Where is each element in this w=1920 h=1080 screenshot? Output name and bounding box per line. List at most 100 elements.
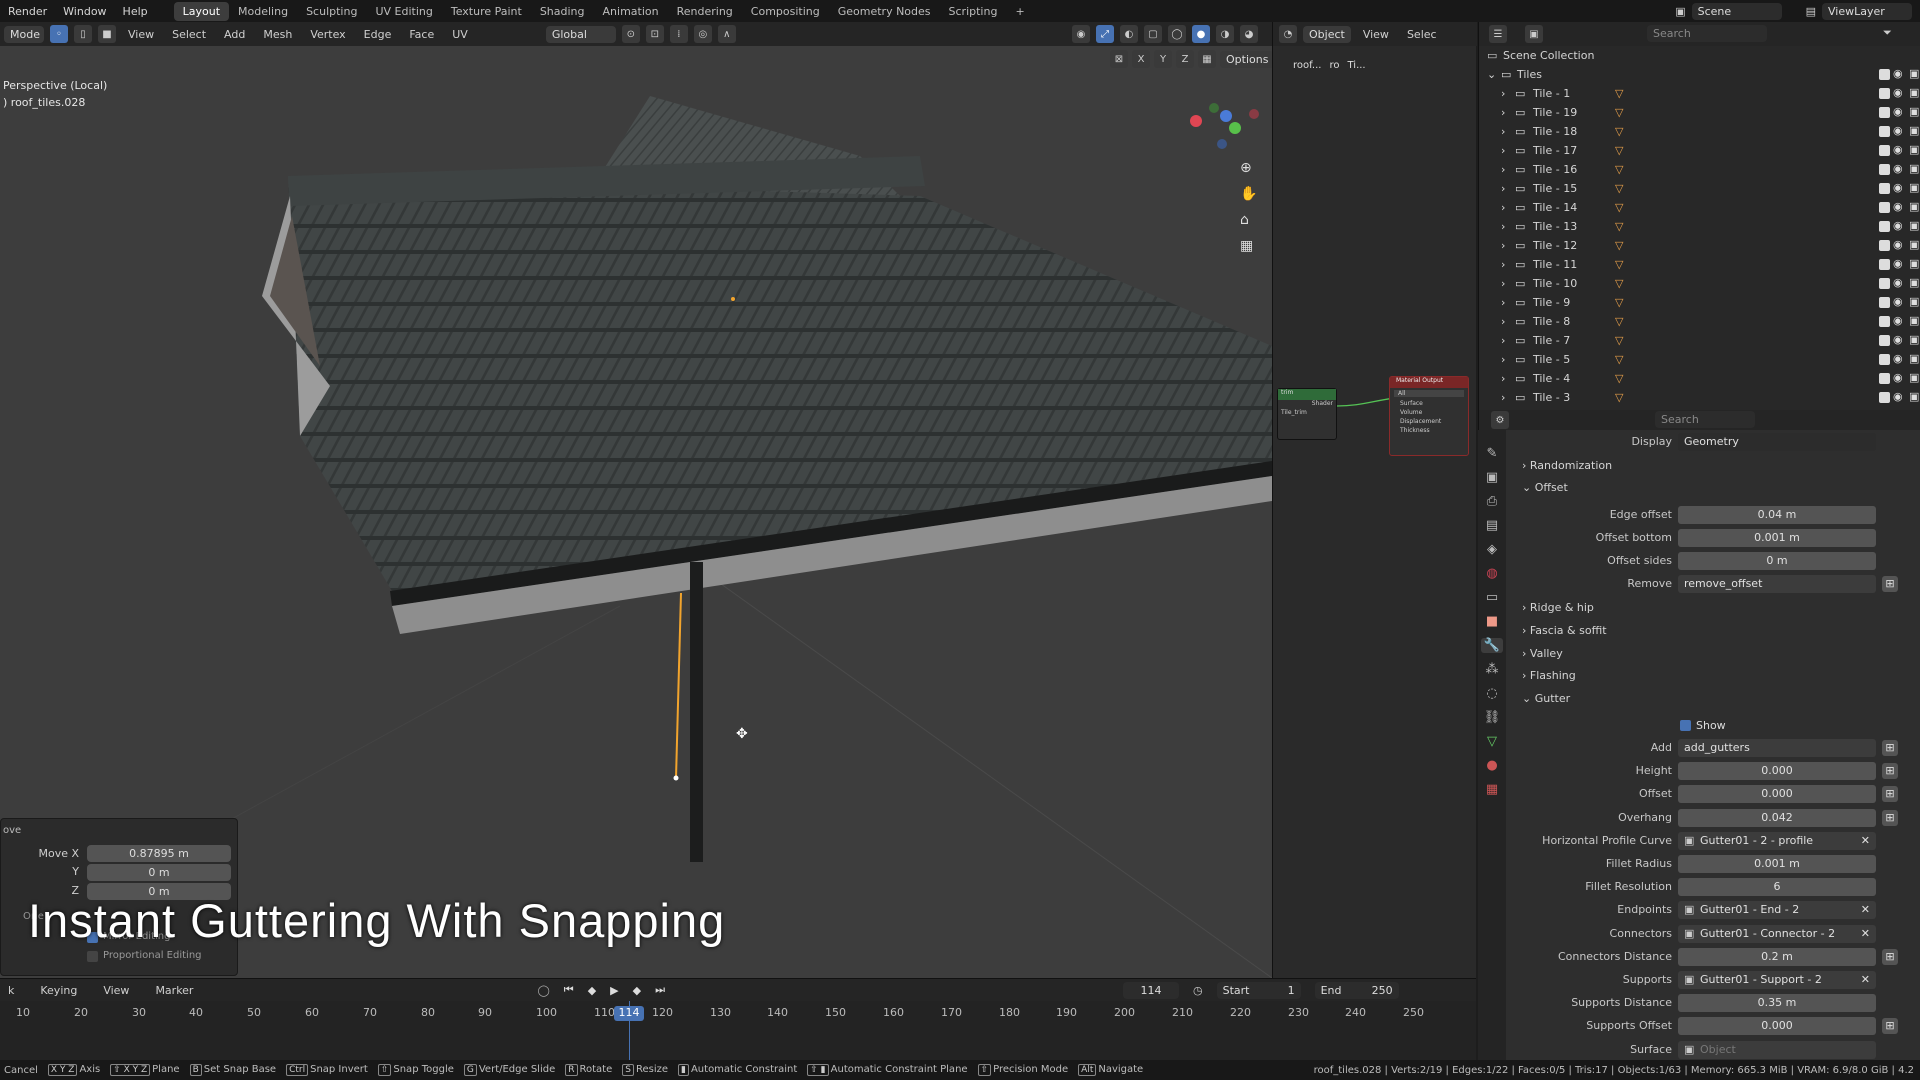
material-tab-icon[interactable]: ● — [1486, 758, 1497, 773]
axis-x-toggle[interactable]: X — [1132, 50, 1150, 68]
supports-offset-field[interactable]: 0.000 — [1678, 1017, 1876, 1035]
fillet-resolution-field[interactable]: 6 — [1678, 878, 1876, 896]
chevron-right-icon[interactable]: › — [1501, 106, 1505, 119]
height-plus-button[interactable]: ⊞ — [1882, 763, 1898, 779]
camera-view-icon[interactable]: ⌂ — [1240, 212, 1257, 228]
outliner-item[interactable]: › ▭ Tile - 3 ▽ ◉ ▣ — [1479, 388, 1920, 407]
fillet-radius-field[interactable]: 0.001 m — [1678, 855, 1876, 873]
gizmo-icon[interactable]: ⤢ — [1096, 25, 1114, 43]
camera-icon[interactable]: ▣ — [1909, 352, 1919, 365]
pan-hand-icon[interactable]: ✋ — [1240, 186, 1257, 202]
camera-icon[interactable]: ▣ — [1909, 314, 1919, 327]
camera-icon[interactable]: ▣ — [1909, 67, 1919, 80]
clear-icon[interactable]: ✕ — [1861, 925, 1870, 943]
overlay-icon[interactable]: ◐ — [1120, 25, 1138, 43]
supports-distance-field[interactable]: 0.35 m — [1678, 994, 1876, 1012]
section-offset[interactable]: ⌄ Offset — [1522, 481, 1568, 494]
properties-search-input[interactable]: Search — [1655, 411, 1755, 428]
eye-icon[interactable]: ◉ — [1893, 219, 1903, 232]
camera-icon[interactable]: ▣ — [1909, 238, 1919, 251]
exclude-checkbox[interactable] — [1879, 88, 1890, 99]
exclude-checkbox[interactable] — [1879, 278, 1890, 289]
chevron-right-icon[interactable]: › — [1501, 201, 1505, 214]
properties-type-icon[interactable]: ⚙ — [1491, 411, 1509, 429]
tiles-collection-row[interactable]: ⌄ ▭ Tiles ◉ ▣ — [1479, 65, 1920, 84]
chevron-right-icon[interactable]: › — [1501, 182, 1505, 195]
menu-face[interactable]: Face — [403, 26, 440, 43]
current-frame-field[interactable]: 114 — [1123, 981, 1179, 999]
eye-icon[interactable]: ◉ — [1893, 162, 1903, 175]
camera-icon[interactable]: ▣ — [1909, 162, 1919, 175]
axis-z-toggle[interactable]: Z — [1176, 50, 1194, 68]
scene-tab-icon[interactable]: ◈ — [1487, 542, 1497, 557]
outliner-item[interactable]: › ▭ Tile - 7 ▽ ◉ ▣ — [1479, 331, 1920, 350]
data-tab-icon[interactable]: ▽ — [1487, 734, 1497, 749]
remove-field[interactable]: remove_offset — [1678, 575, 1876, 593]
rendered-shading-icon[interactable]: ◕ — [1240, 25, 1258, 43]
outliner-item[interactable]: › ▭ Tile - 18 ▽ ◉ ▣ — [1479, 122, 1920, 141]
workspace-tab-scripting[interactable]: Scripting — [940, 2, 1007, 21]
camera-icon[interactable]: ▣ — [1909, 257, 1919, 270]
breadcrumb-modifier[interactable]: ro — [1329, 60, 1339, 71]
exclude-checkbox[interactable] — [1879, 335, 1890, 346]
outliner-item[interactable]: › ▭ Tile - 5 ▽ ◉ ▣ — [1479, 350, 1920, 369]
camera-icon[interactable]: ▣ — [1909, 143, 1919, 156]
collection-tab-icon[interactable]: ▭ — [1486, 590, 1498, 605]
outliner-item[interactable]: › ▭ Tile - 10 ▽ ◉ ▣ — [1479, 274, 1920, 293]
chevron-right-icon[interactable]: › — [1501, 144, 1505, 157]
exclude-checkbox[interactable] — [1879, 202, 1890, 213]
workspace-tab-uv-editing[interactable]: UV Editing — [366, 2, 441, 21]
outliner-search-input[interactable]: Search — [1647, 25, 1767, 42]
output-tab-icon[interactable]: ⎙ — [1487, 494, 1497, 509]
endpoints-field[interactable]: ▣ Gutter01 - End - 2 ✕ — [1678, 901, 1876, 919]
offset-sides-field[interactable]: 0 m — [1678, 552, 1876, 570]
workspace-tab-modeling[interactable]: Modeling — [229, 2, 297, 21]
section-randomization[interactable]: › Randomization — [1522, 459, 1612, 472]
workspace-tab-compositing[interactable]: Compositing — [742, 2, 829, 21]
exclude-checkbox[interactable] — [1879, 107, 1890, 118]
camera-icon[interactable]: ▣ — [1909, 200, 1919, 213]
outliner-item[interactable]: › ▭ Tile - 16 ▽ ◉ ▣ — [1479, 160, 1920, 179]
menu-node-view[interactable]: View — [1357, 26, 1395, 43]
menu-playback[interactable]: k — [2, 982, 20, 999]
world-tab-icon[interactable]: ◍ — [1486, 566, 1497, 581]
snap-target-icon[interactable]: ⁞ — [669, 25, 688, 43]
workspace-tab-geometry-nodes[interactable]: Geometry Nodes — [829, 2, 940, 21]
chevron-right-icon[interactable]: › — [1501, 125, 1505, 138]
eye-icon[interactable]: ◉ — [1893, 86, 1903, 99]
outliner-item[interactable]: › ▭ Tile - 8 ▽ ◉ ▣ — [1479, 312, 1920, 331]
exclude-checkbox[interactable] — [1879, 392, 1890, 403]
menu-select[interactable]: Select — [166, 26, 212, 43]
clear-icon[interactable]: ✕ — [1861, 901, 1870, 919]
scene-collection-row[interactable]: ▭ Scene Collection — [1479, 46, 1920, 65]
eye-icon[interactable]: ◉ — [1893, 67, 1903, 80]
pivot-icon[interactable]: ⊙ — [621, 25, 640, 43]
gizmo-neg-x-icon[interactable] — [1249, 109, 1259, 119]
connectors-distance-field[interactable]: 0.2 m — [1678, 948, 1876, 966]
edge-select-icon[interactable]: ▯ — [74, 25, 92, 43]
eye-icon[interactable]: ◉ — [1893, 333, 1903, 346]
chevron-right-icon[interactable]: › — [1501, 391, 1505, 404]
exclude-checkbox[interactable] — [1879, 259, 1890, 270]
add-field[interactable]: add_gutters — [1678, 739, 1876, 757]
vertex-select-icon[interactable]: ◦ — [50, 25, 68, 43]
camera-icon[interactable]: ▣ — [1909, 181, 1919, 194]
outliner-item[interactable]: › ▭ Tile - 9 ▽ ◉ ▣ — [1479, 293, 1920, 312]
chevron-right-icon[interactable]: › — [1501, 163, 1505, 176]
menu-window[interactable]: Window — [55, 5, 114, 18]
falloff-icon[interactable]: ∧ — [717, 25, 736, 43]
outliner-item[interactable]: › ▭ Tile - 14 ▽ ◉ ▣ — [1479, 198, 1920, 217]
height-field[interactable]: 0.000 — [1678, 762, 1876, 780]
menu-view[interactable]: View — [122, 26, 160, 43]
overhang-plus-button[interactable]: ⊞ — [1882, 810, 1898, 826]
eye-icon[interactable]: ◉ — [1893, 352, 1903, 365]
move-y-field[interactable]: 0 m — [87, 864, 231, 881]
chevron-right-icon[interactable]: › — [1501, 315, 1505, 328]
chevron-right-icon[interactable]: › — [1501, 296, 1505, 309]
exclude-checkbox[interactable] — [1879, 69, 1890, 80]
eye-icon[interactable]: ◉ — [1893, 143, 1903, 156]
remove-plus-button[interactable]: ⊞ — [1882, 576, 1898, 592]
workspace-tab-animation[interactable]: Animation — [594, 2, 668, 21]
physics-tab-icon[interactable]: ◌ — [1486, 686, 1497, 701]
chevron-down-icon[interactable]: ⌄ — [1487, 68, 1496, 81]
